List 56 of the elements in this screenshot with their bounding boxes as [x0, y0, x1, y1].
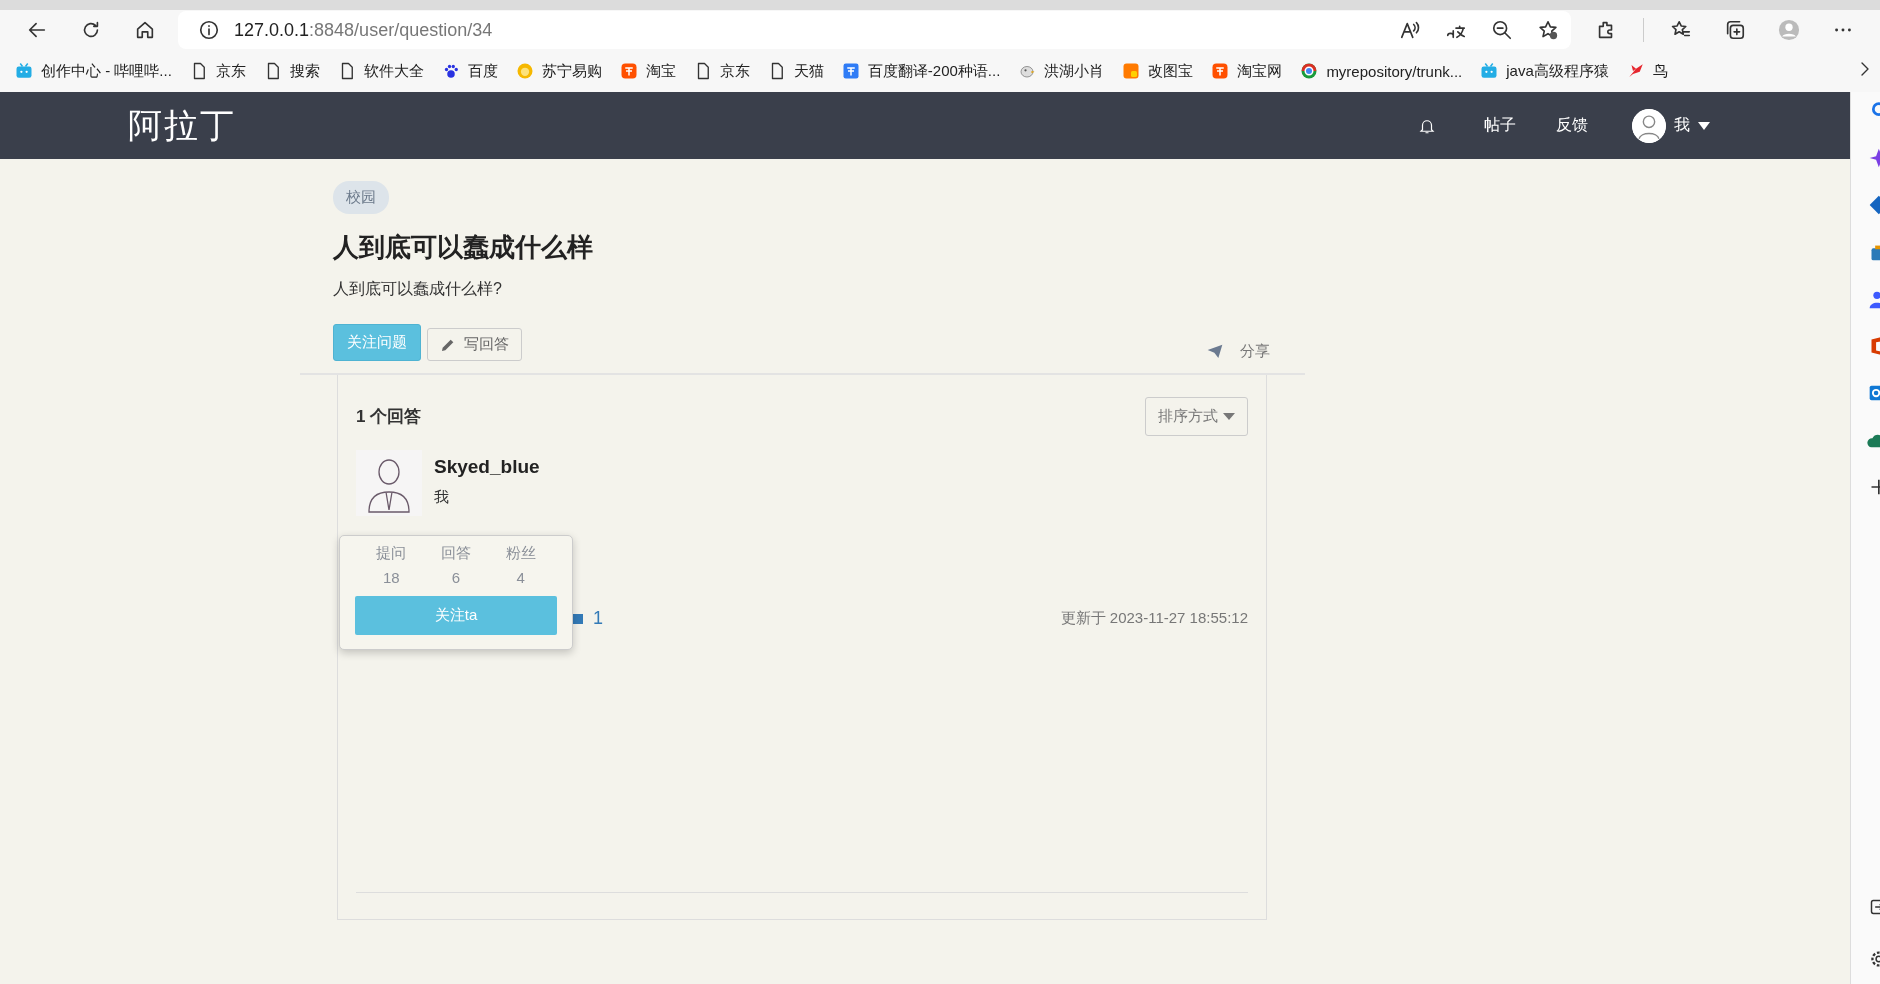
share-link[interactable]: 分享 [1206, 342, 1270, 361]
bookmark[interactable]: 洪湖小肖 [1009, 61, 1114, 81]
bookmark[interactable]: 软件大全 [328, 61, 433, 81]
logo[interactable]: 阿拉丁 [128, 102, 236, 149]
answer-text: 我 [434, 488, 450, 507]
translate-icon [841, 62, 860, 80]
caret-icon[interactable] [1698, 121, 1710, 130]
stat-value: 6 [451, 569, 461, 586]
info-icon[interactable] [198, 19, 220, 41]
shop-icon [1211, 62, 1230, 80]
zoom-out-icon[interactable] [1491, 19, 1513, 41]
bookmark[interactable]: 天猫 [758, 61, 833, 81]
bookmark[interactable]: java高级程序猿 [1471, 61, 1618, 81]
home-icon[interactable] [134, 19, 156, 41]
bookmark[interactable]: 淘宝网 [1202, 61, 1292, 81]
paper-plane-icon [1206, 343, 1224, 360]
square-icon [1122, 62, 1141, 80]
stat-label: 提问 [376, 544, 407, 563]
bookmark[interactable]: myrepository/trunk... [1291, 62, 1472, 80]
tv-icon [15, 62, 33, 80]
ring-icon [1300, 62, 1319, 80]
stat-value: 18 [383, 569, 400, 586]
bookmark[interactable]: 淘宝 [610, 61, 685, 81]
update-time: 更新于 2023-11-27 18:55:12 [1060, 609, 1248, 628]
user-menu[interactable]: 我 [1674, 115, 1690, 136]
question-description: 人到底可以蠢成什么样? [333, 279, 503, 299]
read-aloud-icon[interactable] [1399, 19, 1421, 41]
tv-icon [1480, 62, 1499, 80]
collections-icon[interactable] [1724, 19, 1746, 41]
like-icon[interactable] [573, 613, 583, 624]
address-bar[interactable]: 127.0.0.1:8848/user/question/34 [178, 11, 1571, 49]
sort-dropdown[interactable]: 排序方式 [1145, 397, 1248, 436]
bookmark[interactable]: 京东 [684, 61, 759, 81]
tag[interactable]: 校园 [333, 181, 389, 214]
author-name[interactable]: Skyed_blue [434, 456, 540, 478]
like-count[interactable]: 1 [593, 608, 603, 629]
bookmark[interactable]: 搜索 [254, 61, 329, 81]
nav-link[interactable]: 帖子 [1484, 115, 1516, 136]
stat-value: 4 [516, 569, 525, 586]
shop-icon [619, 62, 638, 80]
bookmark[interactable]: 百度翻译-200种语... [832, 61, 1010, 81]
avatar-icon[interactable] [1632, 108, 1666, 143]
bookmark[interactable]: 创作中心 - 哔哩哔... [6, 61, 181, 81]
bookmark[interactable]: 改图宝 [1113, 61, 1203, 81]
bookmark[interactable]: 苏宁易购 [506, 61, 611, 81]
answer-count: 1 个回答 [356, 406, 422, 428]
nav-link[interactable]: 反馈 [1556, 115, 1588, 136]
bookmark[interactable]: 百度 [432, 61, 507, 81]
write-answer-button[interactable]: 写回答 [427, 328, 522, 361]
bookmark[interactable]: 鸟 [1617, 61, 1677, 81]
question-title: 人到底可以蠢成什么样 [333, 231, 594, 264]
favorite-add-icon[interactable] [1537, 19, 1559, 41]
stat-label: 粉丝 [505, 544, 536, 563]
caret-icon [1223, 412, 1235, 421]
stat-label: 回答 [441, 544, 471, 563]
bookmark[interactable]: 京东 [180, 61, 255, 81]
